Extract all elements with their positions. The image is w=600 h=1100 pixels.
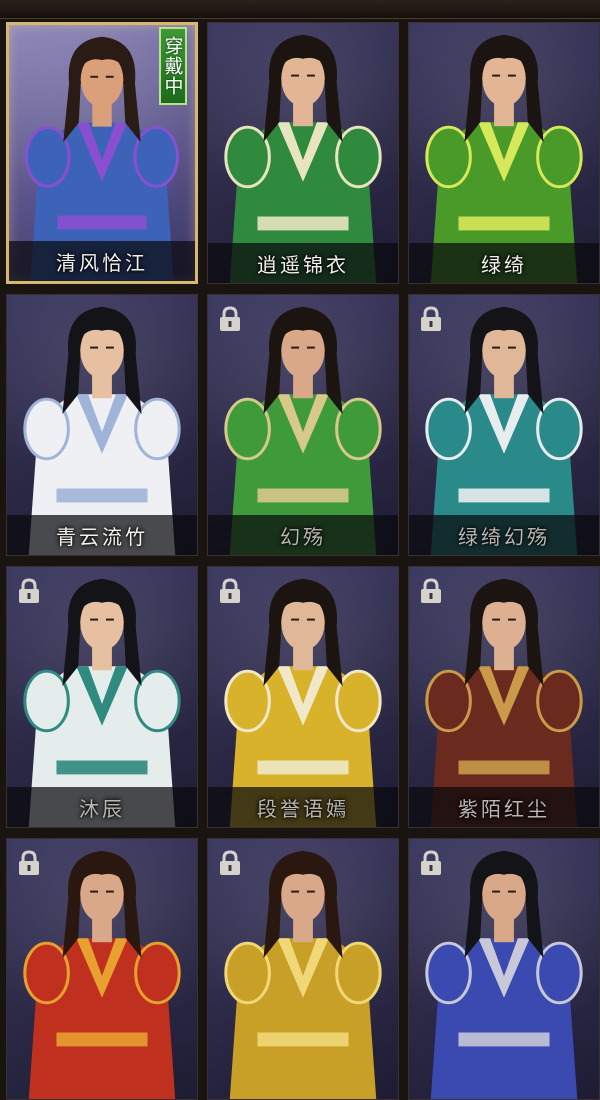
- costume-name: 紫陌红尘: [458, 796, 550, 821]
- costume-card[interactable]: 穿戴中清风恰江: [6, 22, 198, 284]
- costume-card[interactable]: 逍遥锦衣: [207, 22, 399, 284]
- lock-icon: [19, 578, 39, 603]
- costume-name: 段誉语嫣: [257, 796, 349, 821]
- lock-icon: [19, 850, 39, 875]
- costume-name: 沐辰: [79, 796, 125, 821]
- costume-card[interactable]: 段誉语嫣: [207, 566, 399, 828]
- lock-icon: [421, 306, 441, 331]
- wearing-badge: 穿戴中: [159, 27, 187, 105]
- costume-name: 绿绮: [481, 252, 527, 277]
- costume-name: 清风恰江: [56, 250, 148, 275]
- costume-label-bar: 清风恰江: [9, 241, 195, 281]
- costume-card[interactable]: 沐辰: [6, 566, 198, 828]
- lock-icon: [421, 850, 441, 875]
- costume-label-bar: 幻殇: [208, 515, 398, 555]
- costume-name: 绿绮幻殇: [458, 524, 550, 549]
- costume-label-bar: 青云流竹: [7, 515, 197, 555]
- lock-icon: [220, 578, 240, 603]
- costume-card[interactable]: [408, 838, 600, 1100]
- costume-card[interactable]: [207, 838, 399, 1100]
- costume-label-bar: 绿绮: [409, 243, 599, 283]
- costume-label-bar: 紫陌红尘: [409, 787, 599, 827]
- character-portrait: [425, 850, 583, 1099]
- character-portrait: [224, 850, 382, 1099]
- costume-card[interactable]: 紫陌红尘: [408, 566, 600, 828]
- character-portrait: [23, 850, 181, 1099]
- lock-icon: [421, 578, 441, 603]
- costume-card[interactable]: [6, 838, 198, 1100]
- costume-name: 逍遥锦衣: [257, 252, 349, 277]
- costume-label-bar: 逍遥锦衣: [208, 243, 398, 283]
- costume-label-bar: 沐辰: [7, 787, 197, 827]
- top-frame: [0, 0, 600, 19]
- costume-card[interactable]: 青云流竹: [6, 294, 198, 556]
- costume-card[interactable]: 绿绮: [408, 22, 600, 284]
- lock-icon: [220, 850, 240, 875]
- costume-card[interactable]: 幻殇: [207, 294, 399, 556]
- costume-grid: 穿戴中 清风恰江 逍遥锦衣 绿绮 青云流竹 幻殇 绿绮幻殇 沐辰 段誉语嫣 紫陌红尘: [6, 22, 600, 1100]
- costume-label-bar: 段誉语嫣: [208, 787, 398, 827]
- costume-name: 幻殇: [280, 524, 326, 549]
- costume-label-bar: 绿绮幻殇: [409, 515, 599, 555]
- costume-card[interactable]: 绿绮幻殇: [408, 294, 600, 556]
- costume-name: 青云流竹: [56, 524, 148, 549]
- lock-icon: [220, 306, 240, 331]
